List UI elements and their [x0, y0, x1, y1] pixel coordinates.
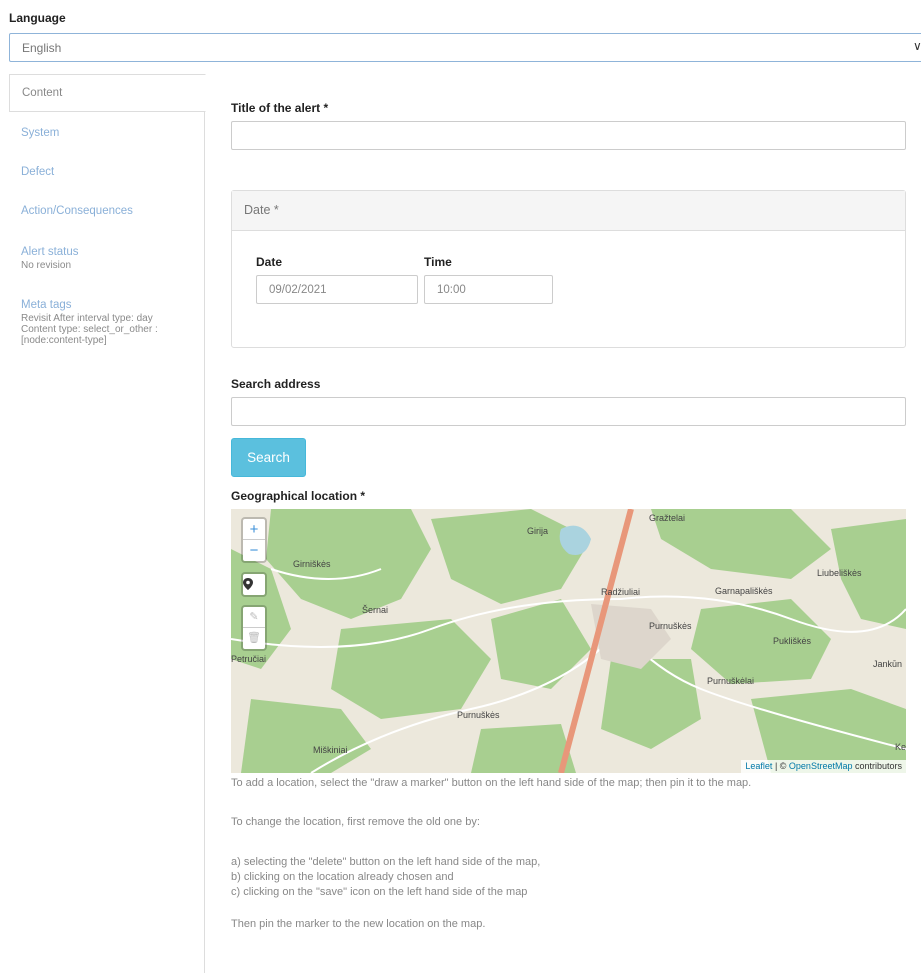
title-label: Title of the alert * [231, 101, 329, 115]
place-label: Ke [895, 742, 906, 752]
attribution-separator: | © [772, 761, 789, 771]
tab-summary: No revision [21, 260, 72, 271]
map-tiles: Gražtelai Girija Girniškės Liubeliškės R… [231, 509, 906, 773]
tab-defect[interactable]: Defect [9, 166, 205, 178]
tab-label: Defect [21, 166, 55, 178]
draw-marker-control [241, 572, 267, 597]
tab-label: Alert status [21, 246, 79, 258]
map[interactable]: Gražtelai Girija Girniškės Liubeliškės R… [231, 509, 906, 773]
chevron-down-icon: ∨ [913, 39, 921, 53]
date-panel-header: Date * [232, 191, 905, 231]
help-step-b: b) clicking on the location already chos… [231, 871, 454, 883]
place-label: Pukliškės [773, 636, 812, 646]
edit-control: ✎ 🗑 [241, 605, 267, 651]
time-value: 10:00 [437, 284, 466, 296]
time-label: Time [424, 255, 452, 269]
zoom-control: + − [241, 517, 267, 563]
place-label: Petručiai [231, 654, 266, 664]
help-add: To add a location, select the "draw a ma… [231, 777, 752, 789]
trash-icon[interactable]: 🗑 [243, 628, 265, 649]
place-label: Radžiuliai [601, 587, 640, 597]
tab-meta-tags[interactable]: Meta tags Revisit After interval type: d… [9, 299, 184, 346]
tab-summary: Revisit After interval type: day Content… [21, 313, 158, 346]
tab-label: Action/Consequences [21, 205, 133, 217]
tab-label: Meta tags [21, 299, 72, 311]
date-value: 09/02/2021 [269, 284, 327, 296]
date-panel-title: Date * [244, 203, 279, 217]
language-select[interactable]: English ∨ [9, 33, 921, 62]
tab-action-consequences[interactable]: Action/Consequences [9, 205, 205, 217]
geo-location-label: Geographical location * [231, 489, 366, 503]
zoom-out-button[interactable]: − [243, 540, 265, 561]
search-button[interactable]: Search [231, 438, 306, 477]
place-label: Purnuškės [457, 710, 500, 720]
attribution-tail: contributors [852, 761, 902, 771]
language-value: English [22, 41, 62, 55]
language-label: Language [9, 11, 66, 25]
search-address-label: Search address [231, 377, 321, 391]
place-label: Girniškės [293, 559, 331, 569]
place-label: Purnuškėlai [707, 676, 754, 686]
place-label: Girija [527, 526, 548, 536]
leaflet-link[interactable]: Leaflet [745, 761, 772, 771]
map-marker-icon[interactable] [243, 574, 265, 595]
tab-label: System [21, 127, 60, 139]
place-label: Miškiniai [313, 745, 348, 755]
title-input[interactable] [231, 121, 906, 150]
tab-content[interactable]: Content [9, 74, 206, 112]
place-label: Purnuškės [649, 621, 692, 631]
place-label: Jankūn [873, 659, 902, 669]
search-address-input[interactable] [231, 397, 906, 426]
osm-link[interactable]: OpenStreetMap [789, 761, 853, 771]
place-label: Garnapališkės [715, 586, 773, 596]
edit-icon[interactable]: ✎ [243, 607, 265, 628]
place-label: Šernai [362, 605, 388, 615]
place-label: Gražtelai [649, 513, 685, 523]
date-panel: Date * Date Time 09/02/2021 10:00 [231, 190, 906, 348]
vertical-tabs: Content System Defect Action/Consequence… [9, 74, 206, 973]
date-label: Date [256, 255, 283, 269]
help-then: Then pin the marker to the new location … [231, 918, 486, 930]
time-input[interactable]: 10:00 [424, 275, 553, 304]
map-attribution: Leaflet | © OpenStreetMap contributors [741, 760, 906, 773]
tab-label: Content [22, 87, 63, 99]
help-change: To change the location, first remove the… [231, 816, 480, 828]
tab-system[interactable]: System [9, 127, 205, 139]
tab-alert-status[interactable]: Alert status No revision [9, 246, 205, 271]
date-input[interactable]: 09/02/2021 [256, 275, 418, 304]
help-step-a: a) selecting the "delete" button on the … [231, 856, 541, 868]
place-label: Liubeliškės [817, 568, 862, 578]
help-step-c: c) clicking on the "save" icon on the le… [231, 886, 528, 898]
zoom-in-button[interactable]: + [243, 519, 265, 540]
